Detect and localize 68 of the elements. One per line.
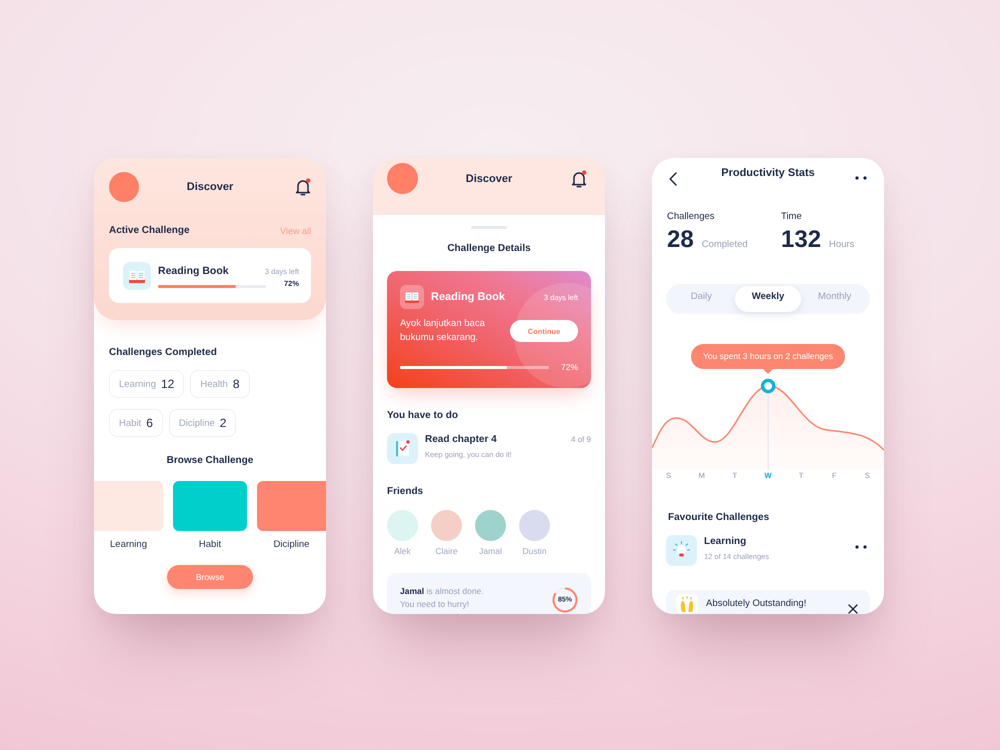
category-tile[interactable] [173,481,247,531]
friend-name: Dustin [522,545,547,557]
screen-title: Productivity Stats [721,166,815,180]
challenge-title: Reading Book [431,291,506,303]
friend-name: Jamal [479,545,502,557]
browse-button[interactable]: Browse [167,565,253,589]
chip-count: 2 [220,416,226,430]
tile-label: Habit [198,539,222,551]
bell-icon[interactable] [295,178,311,196]
notice-text: You need to hurry! [400,598,470,611]
checked-note-icon [387,433,418,464]
favourite-title: Learning [704,535,748,549]
tile-label: Dicipline [274,539,310,551]
stat-label: Time [781,211,803,223]
tile-label: Learning [110,539,147,551]
task-title: Read chapter 4 [425,433,498,447]
friend-name: Alek [394,545,411,557]
notice-text: Jamal is almost done. [400,585,484,598]
category-tile[interactable] [257,481,326,531]
chip-count: 6 [146,416,153,430]
more-icon[interactable] [855,176,867,180]
friend-avatar[interactable] [431,510,462,541]
chip-count: 8 [232,377,240,391]
close-icon[interactable] [848,604,858,614]
book-icon [400,285,424,309]
friend-avatar[interactable] [387,510,418,541]
chip-label: Learning [119,378,156,390]
stat-unit: Completed [702,239,748,250]
chip-label: Habit [119,418,142,428]
more-icon[interactable] [855,545,867,549]
toast-text: Absolutely Outstanding! [706,597,808,611]
section-title: Challenge Details [447,242,531,256]
lightbulb-icon [666,535,697,566]
friend-avatar[interactable] [475,510,506,541]
section-title: Favourite Challenges [667,511,770,525]
stat-unit: Hours [829,239,854,250]
back-icon[interactable] [669,172,677,186]
chart-tooltip: You spent 3 hours on 2 challenges [690,344,846,369]
point-marker[interactable] [760,378,776,394]
section-title: You have to do [387,409,459,423]
chip-count: 12 [160,377,174,391]
tooltip-pointer [763,369,773,374]
section-title: Friends [387,485,424,499]
period-tab[interactable]: Daily [668,286,735,312]
friend-name: Claire [435,545,458,557]
friend-avatar[interactable] [519,510,550,541]
challenge-title: Reading Book [158,264,229,278]
period-tab[interactable]: Monthly [801,286,868,312]
bell-icon[interactable] [571,170,587,188]
stat-value: 28 [667,228,694,252]
stat-value: 132 [781,228,822,252]
period-tab[interactable]: Weekly [734,286,802,312]
percent-label: 72% [560,362,578,372]
section-title: Challenges Completed [109,346,218,360]
task-count: 4 of 9 [570,434,591,446]
view-all-link[interactable]: View all [280,224,311,238]
challenge-message: Ayok lanjutkan baca bukumu sekarang. [400,317,486,345]
avatar [387,163,418,194]
chip-label: Health [200,378,228,390]
avatar [109,172,139,202]
screen-title: Discover [186,181,234,193]
section-title: Active Challenge [109,224,190,238]
section-title: Browse Challenge [166,454,254,468]
stat-label: Challenges [667,211,716,223]
screen-title: Discover [466,172,512,184]
book-icon [123,262,151,290]
category-tile[interactable] [94,481,163,531]
chip-label: Dicipline [178,418,215,428]
